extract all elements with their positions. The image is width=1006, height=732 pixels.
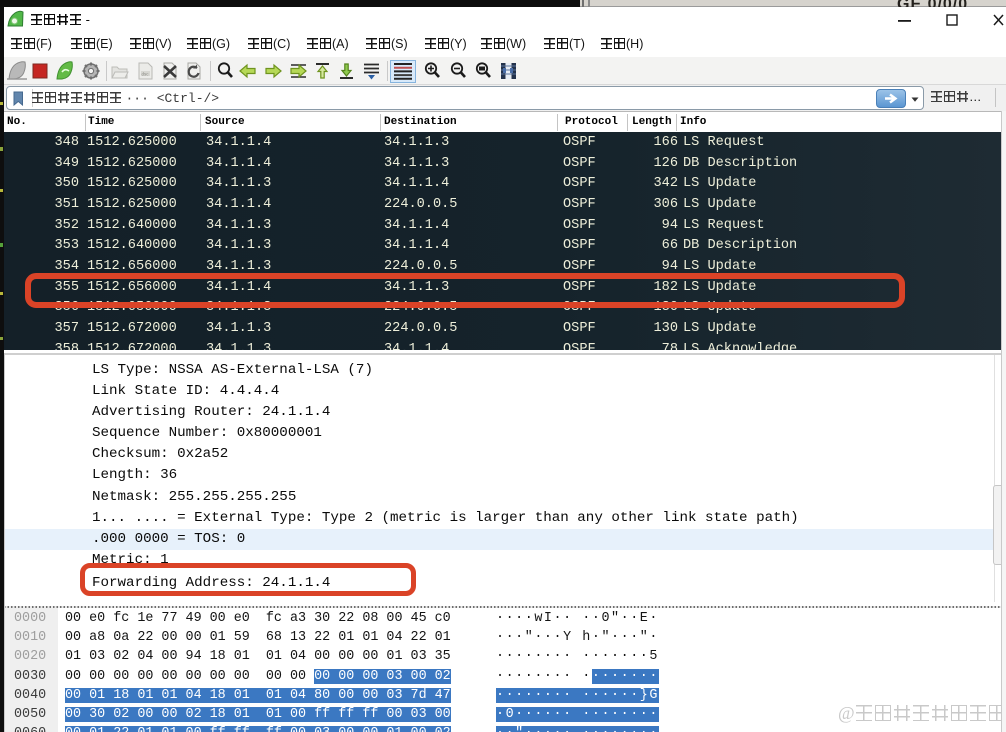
svg-text:dsc: dsc — [142, 72, 150, 77]
